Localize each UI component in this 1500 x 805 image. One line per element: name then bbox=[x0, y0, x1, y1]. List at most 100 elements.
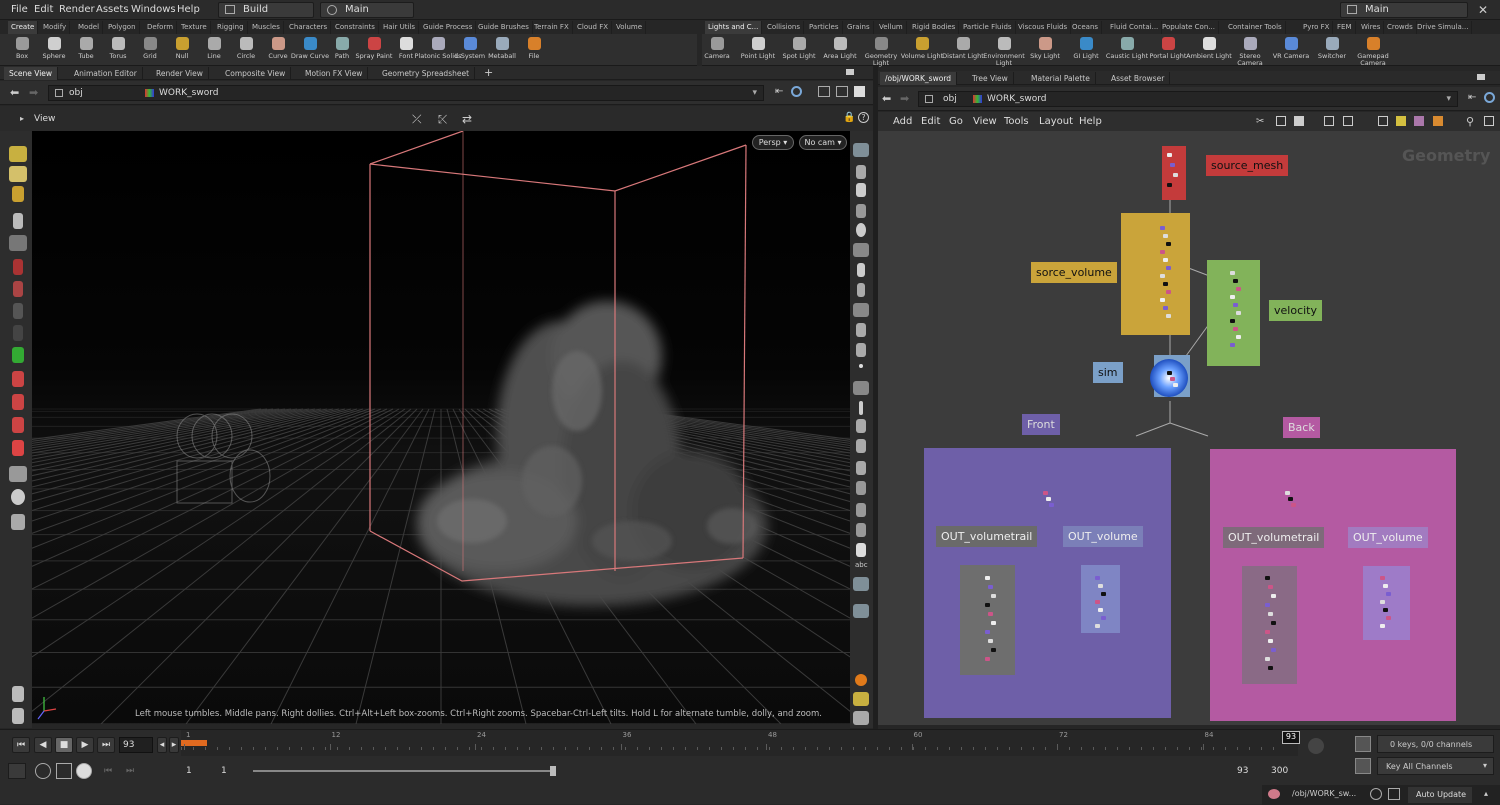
network-node[interactable] bbox=[1271, 648, 1276, 652]
menu-help[interactable]: Help bbox=[1079, 116, 1102, 127]
shelf-tab-polygon[interactable]: Polygon bbox=[105, 21, 140, 34]
tool-sky-light[interactable]: Sky Light bbox=[1027, 35, 1063, 65]
window-close-icon[interactable]: ✕ bbox=[1478, 3, 1488, 17]
menu-edit[interactable]: Edit bbox=[921, 116, 940, 127]
network-node[interactable] bbox=[1380, 576, 1385, 580]
help-icon[interactable]: ? bbox=[858, 112, 869, 123]
first-frame-button[interactable]: ⏮ bbox=[12, 737, 30, 753]
wrench-icon[interactable]: ✂ bbox=[1256, 116, 1264, 127]
tool-environment-light[interactable]: Environment Light bbox=[983, 35, 1025, 67]
network-node[interactable] bbox=[985, 603, 990, 607]
marker-icon[interactable] bbox=[856, 461, 866, 475]
shelf-tab-fluid-contai-[interactable]: Fluid Contai... bbox=[1107, 21, 1163, 34]
shelf-tab-pyro-fx[interactable]: Pyro FX bbox=[1300, 21, 1334, 34]
search-icon[interactable]: ⚲ bbox=[1466, 115, 1474, 128]
velocity-box[interactable] bbox=[1207, 260, 1260, 366]
back-volume-label[interactable]: OUT_volume bbox=[1348, 527, 1428, 548]
tool-spot-light[interactable]: Spot Light bbox=[781, 35, 817, 65]
network-node[interactable] bbox=[985, 630, 990, 634]
time-ruler[interactable]: 1 12 24 36 48 60 72 84 bbox=[181, 730, 1298, 756]
back-arrow-icon[interactable]: ⬅ bbox=[882, 92, 891, 105]
shelf-tab-guide-process[interactable]: Guide Process bbox=[420, 21, 477, 34]
select-edge-icon[interactable] bbox=[12, 186, 24, 202]
menu-view[interactable]: View bbox=[973, 116, 997, 127]
display-icon[interactable] bbox=[853, 143, 869, 157]
pane-tab-geometry-spreadsheet[interactable]: Geometry Spreadsheet bbox=[377, 67, 476, 80]
shelf-tab-deform[interactable]: Deform bbox=[144, 21, 178, 34]
network-node[interactable] bbox=[1095, 600, 1100, 604]
shelf-tab-modify[interactable]: Modify bbox=[40, 21, 71, 34]
sphere-tool-icon[interactable] bbox=[11, 489, 25, 505]
tool-platonic-solids[interactable]: Platonic Solids bbox=[414, 35, 462, 65]
persp-menu[interactable]: Persp ▾ bbox=[752, 135, 794, 150]
shelf-tab-model[interactable]: Model bbox=[75, 21, 104, 34]
network-node[interactable] bbox=[1268, 639, 1273, 643]
align-icon[interactable] bbox=[1276, 116, 1286, 126]
pane-maximize-icon[interactable] bbox=[846, 69, 854, 75]
layout-icon[interactable] bbox=[818, 86, 830, 97]
tool-draw-curve[interactable]: Draw Curve bbox=[291, 35, 329, 65]
back-volume-box[interactable] bbox=[1363, 566, 1410, 640]
network-node[interactable] bbox=[1043, 491, 1048, 495]
pencil-icon[interactable] bbox=[859, 401, 863, 415]
network-node[interactable] bbox=[985, 657, 990, 661]
network-node[interactable] bbox=[1101, 592, 1106, 596]
image-icon[interactable] bbox=[1378, 116, 1388, 126]
tool-caustic-light[interactable]: Caustic Light bbox=[1106, 35, 1148, 65]
shading-icon[interactable] bbox=[856, 204, 866, 218]
tool-grid[interactable]: Grid bbox=[132, 35, 168, 65]
network-node[interactable] bbox=[991, 594, 996, 598]
magnet4-icon[interactable] bbox=[12, 440, 24, 456]
template-icon[interactable] bbox=[856, 343, 866, 357]
path-root[interactable]: obj bbox=[943, 94, 957, 104]
menu-edit[interactable]: Edit bbox=[34, 4, 53, 15]
tile-icon[interactable] bbox=[1324, 116, 1334, 126]
shelf-tab-grains[interactable]: Grains bbox=[844, 21, 874, 34]
front-volume-box[interactable] bbox=[1081, 565, 1120, 633]
source-mesh-label[interactable]: source_mesh bbox=[1206, 155, 1289, 176]
right-pane-maximize-icon[interactable] bbox=[1477, 74, 1485, 80]
pane-tab-render-view[interactable]: Render View bbox=[151, 67, 209, 80]
tool-volume-light[interactable]: Volume Light bbox=[901, 35, 943, 65]
network-node[interactable] bbox=[1163, 306, 1168, 310]
tool-circle[interactable]: Circle bbox=[228, 35, 264, 65]
bulb2-icon[interactable] bbox=[857, 283, 865, 297]
network-node[interactable] bbox=[1386, 616, 1391, 620]
back-trail-label[interactable]: OUT_volumetrail bbox=[1223, 527, 1325, 548]
network-node[interactable] bbox=[1160, 250, 1165, 254]
network-node[interactable] bbox=[1166, 266, 1171, 270]
range-slider[interactable] bbox=[253, 770, 553, 772]
menu-windows[interactable]: Windows bbox=[131, 4, 176, 15]
back-network-box[interactable]: OUT_volumetrail OUT_volume bbox=[1210, 449, 1456, 721]
network-node[interactable] bbox=[1098, 608, 1103, 612]
render-tool-icon[interactable] bbox=[11, 514, 25, 530]
shelf-tab-guide-brushes[interactable]: Guide Brushes bbox=[475, 21, 533, 34]
shelf-tab-collisions[interactable]: Collisions bbox=[764, 21, 804, 34]
view-tool-icon[interactable] bbox=[12, 347, 24, 363]
back-label[interactable]: Back bbox=[1283, 417, 1320, 438]
forward-arrow-icon[interactable]: ➡ bbox=[29, 86, 38, 99]
network-node[interactable] bbox=[1166, 314, 1171, 318]
shelf-tab-fem[interactable]: FEM bbox=[1334, 21, 1356, 34]
keys-status[interactable]: 0 keys, 0/0 channels bbox=[1377, 735, 1494, 753]
list-icon[interactable] bbox=[1294, 116, 1304, 126]
menu-add[interactable]: Add bbox=[893, 116, 912, 127]
network-node[interactable] bbox=[1230, 295, 1235, 299]
network-box-icon[interactable] bbox=[1414, 116, 1424, 126]
sound-icon[interactable] bbox=[1308, 738, 1324, 754]
tool-spray-paint[interactable]: Spray Paint bbox=[356, 35, 392, 65]
smooth-shade-icon[interactable] bbox=[856, 223, 866, 237]
clock-icon[interactable] bbox=[76, 763, 92, 779]
link-icon[interactable] bbox=[791, 86, 802, 97]
tool-gi-light[interactable]: GI Light bbox=[1068, 35, 1104, 65]
path-root[interactable]: obj bbox=[69, 88, 83, 98]
network-node[interactable] bbox=[1160, 226, 1165, 230]
network-node[interactable] bbox=[1095, 576, 1100, 580]
persp-display-icon[interactable] bbox=[853, 711, 869, 725]
menu-render[interactable]: Render bbox=[59, 4, 95, 15]
network-node[interactable] bbox=[1288, 497, 1293, 501]
warning-icon[interactable] bbox=[855, 674, 867, 686]
last-frame-button[interactable]: ⏭ bbox=[97, 737, 115, 753]
tool-portal-light[interactable]: Portal Light bbox=[1150, 35, 1186, 65]
magnet2-icon[interactable] bbox=[12, 394, 24, 410]
